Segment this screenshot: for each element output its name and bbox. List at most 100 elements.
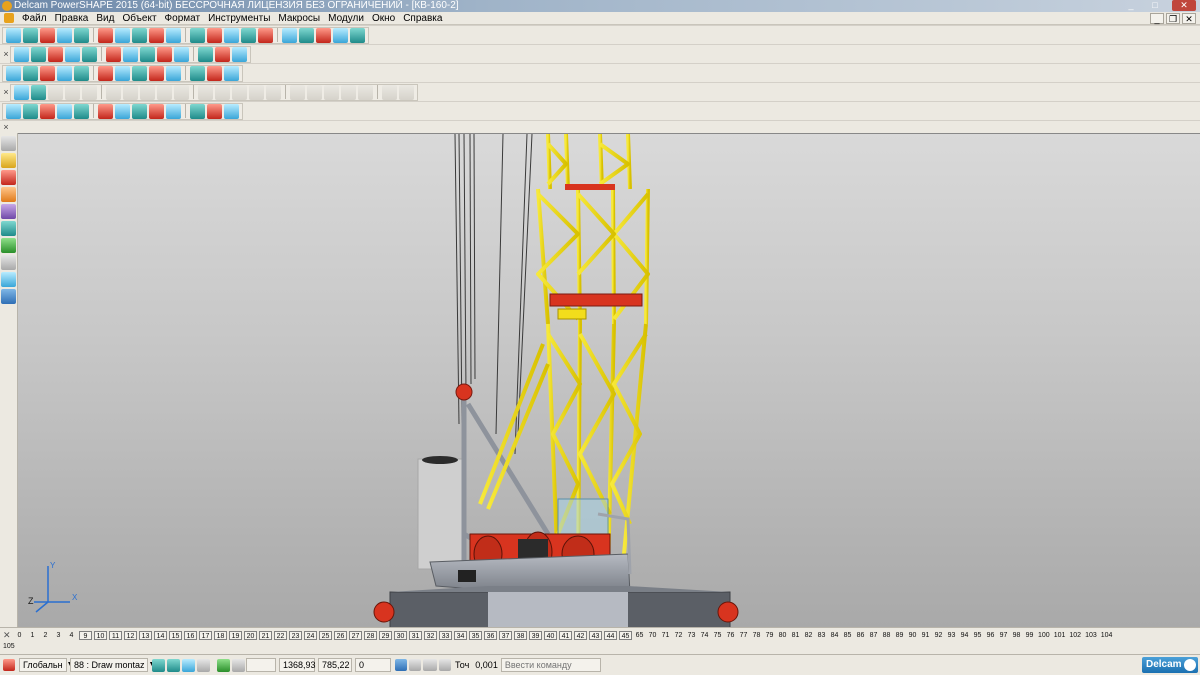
level-button[interactable]: 15: [169, 631, 182, 640]
ruler-icon[interactable]: [439, 659, 451, 671]
level-button[interactable]: 12: [124, 631, 137, 640]
split-icon[interactable]: [290, 84, 305, 100]
hand-icon[interactable]: [232, 46, 247, 62]
cone-icon[interactable]: [74, 65, 89, 81]
mould-icon[interactable]: [132, 103, 147, 119]
grid-value-field[interactable]: [246, 658, 276, 672]
toolbar-close-icon[interactable]: ×: [2, 122, 10, 132]
select-solid-icon[interactable]: [40, 103, 55, 119]
level-select[interactable]: 88 : Draw montaz▼: [70, 658, 155, 672]
level-button[interactable]: 104: [1100, 631, 1114, 640]
menu-help[interactable]: Справка: [399, 12, 446, 25]
component-icon[interactable]: [74, 103, 89, 119]
level-button[interactable]: 91: [920, 631, 931, 640]
note-icon[interactable]: [207, 103, 222, 119]
menu-format[interactable]: Формат: [161, 12, 205, 25]
surfaces-icon[interactable]: [1, 221, 16, 236]
level-button[interactable]: 93: [946, 631, 957, 640]
x-coordinate[interactable]: 1368,93: [279, 658, 316, 672]
cut-icon[interactable]: [132, 27, 147, 43]
copy-icon[interactable]: [149, 27, 164, 43]
blend-icon[interactable]: [232, 84, 247, 100]
rotate-icon[interactable]: [174, 46, 189, 62]
pan-icon[interactable]: [157, 46, 172, 62]
chamfer-icon[interactable]: [65, 84, 80, 100]
light-icon[interactable]: [215, 46, 230, 62]
pattern-icon[interactable]: [140, 84, 155, 100]
sheet-metal-icon[interactable]: [149, 103, 164, 119]
layer-icon[interactable]: [6, 65, 21, 81]
zoom-in-icon[interactable]: [123, 46, 138, 62]
level-button[interactable]: 16: [184, 631, 197, 640]
lines-icon[interactable]: [1, 170, 16, 185]
thicken-icon[interactable]: [266, 84, 281, 100]
material-icon[interactable]: [207, 65, 222, 81]
level-button[interactable]: 71: [660, 631, 671, 640]
menu-macros[interactable]: Макросы: [274, 12, 324, 25]
level-button[interactable]: 86: [855, 631, 866, 640]
flip-icon[interactable]: [341, 84, 356, 100]
line-icon[interactable]: [207, 27, 222, 43]
level-button[interactable]: 34: [454, 631, 467, 640]
shell-icon[interactable]: [82, 84, 97, 100]
import-icon[interactable]: [74, 27, 89, 43]
undo-icon[interactable]: [98, 27, 113, 43]
level-button[interactable]: 79: [764, 631, 775, 640]
menu-window[interactable]: Окно: [368, 12, 399, 25]
level-button[interactable]: 100: [1037, 631, 1051, 640]
level-button[interactable]: 73: [686, 631, 697, 640]
level-button[interactable]: 19: [229, 631, 242, 640]
text-icon[interactable]: [282, 27, 297, 43]
extrude-icon[interactable]: [115, 65, 130, 81]
select-wire-icon[interactable]: [6, 103, 21, 119]
level-button[interactable]: 70: [647, 631, 658, 640]
menu-modules[interactable]: Модули: [324, 12, 368, 25]
solid-icon[interactable]: [316, 27, 331, 43]
doc-restore-button[interactable]: ❐: [1166, 13, 1180, 24]
workplanes-icon[interactable]: [1, 272, 16, 287]
level-button[interactable]: 90: [907, 631, 918, 640]
draft-icon[interactable]: [249, 84, 264, 100]
level-bar-close-icon[interactable]: ✕: [3, 630, 11, 641]
level-button[interactable]: 72: [673, 631, 684, 640]
smart-icon[interactable]: [190, 103, 205, 119]
doc-close-button[interactable]: ✕: [1182, 13, 1196, 24]
level-button[interactable]: 40: [544, 631, 557, 640]
arcs-icon[interactable]: [1, 187, 16, 202]
feature-icon[interactable]: [14, 84, 29, 100]
view-front-icon[interactable]: [14, 46, 29, 62]
minimize-button[interactable]: _: [1124, 0, 1138, 11]
level-button[interactable]: 32: [424, 631, 437, 640]
dimension-icon[interactable]: [299, 27, 314, 43]
redo-icon[interactable]: [115, 27, 130, 43]
level-button[interactable]: 92: [933, 631, 944, 640]
wire-icon[interactable]: [166, 65, 181, 81]
z-coordinate[interactable]: 0: [355, 658, 391, 672]
zoom-out-icon[interactable]: [140, 46, 155, 62]
level-button[interactable]: 43: [589, 631, 602, 640]
tools-icon[interactable]: [350, 27, 365, 43]
level-button[interactable]: 99: [1024, 631, 1035, 640]
workplane-icon[interactable]: [3, 659, 15, 671]
circle-icon[interactable]: [241, 27, 256, 43]
trim-icon[interactable]: [307, 84, 322, 100]
level-button[interactable]: 42: [574, 631, 587, 640]
menu-file[interactable]: Файл: [18, 12, 51, 25]
level-button[interactable]: 38: [514, 631, 527, 640]
level-button[interactable]: 17: [199, 631, 212, 640]
level-button[interactable]: 33: [439, 631, 452, 640]
sphere-icon[interactable]: [57, 65, 72, 81]
menu-edit[interactable]: Правка: [51, 12, 93, 25]
level-button[interactable]: 10: [94, 631, 107, 640]
level-button[interactable]: 18: [214, 631, 227, 640]
level-button[interactable]: 31: [409, 631, 422, 640]
electrode-icon[interactable]: [115, 103, 130, 119]
level-button[interactable]: 96: [985, 631, 996, 640]
level-button[interactable]: 98: [1011, 631, 1022, 640]
keyboard-icon[interactable]: [423, 659, 437, 671]
level-button[interactable]: 97: [998, 631, 1009, 640]
revolve-icon[interactable]: [132, 65, 147, 81]
view-iso-icon[interactable]: [48, 46, 63, 62]
level-button[interactable]: 82: [803, 631, 814, 640]
level-button[interactable]: 80: [777, 631, 788, 640]
